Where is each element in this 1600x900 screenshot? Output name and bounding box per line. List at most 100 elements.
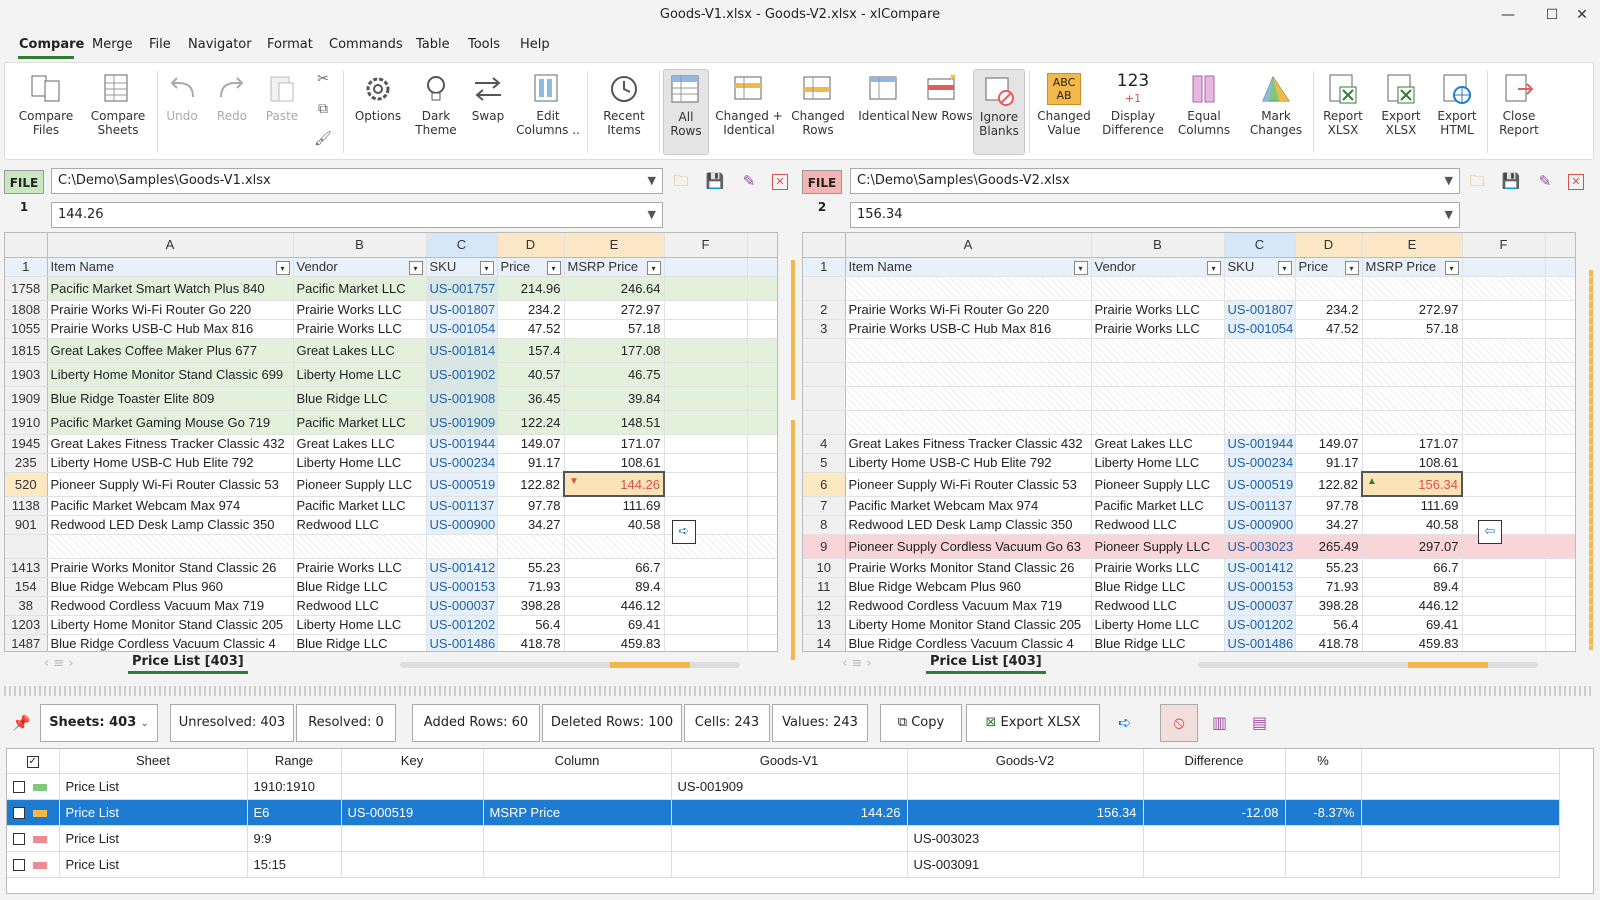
added-rows-count[interactable]: Added Rows: 60 bbox=[412, 704, 540, 742]
file1-path-combo[interactable]: C:\Demo\Samples\Goods-V1.xlsx ▼ bbox=[51, 168, 663, 194]
cell-vendor[interactable]: Blue Ridge LLC bbox=[293, 386, 427, 411]
row-number[interactable]: 8 bbox=[803, 515, 846, 535]
cell-sku[interactable]: US-001202 bbox=[1224, 615, 1296, 635]
cell-msrp-price[interactable]: ▼ 144.26 bbox=[563, 471, 665, 497]
header-item[interactable]: Item Name ▾ bbox=[845, 257, 1092, 277]
table-row[interactable] bbox=[5, 534, 777, 559]
cell-f[interactable] bbox=[1462, 300, 1546, 320]
row-number[interactable]: 520 bbox=[5, 472, 48, 497]
column-header-key[interactable]: Key bbox=[341, 749, 484, 774]
row-number[interactable]: 3 bbox=[803, 319, 846, 339]
cell-price[interactable]: 122.24 bbox=[497, 410, 565, 435]
close-file2-icon[interactable]: ✕ bbox=[1568, 174, 1584, 190]
cell-price[interactable]: 55.23 bbox=[497, 558, 565, 578]
table-row[interactable]: 1808 Prairie Works Wi-Fi Router Go 220 Pra… bbox=[5, 300, 777, 320]
cell-item-name[interactable]: Prairie Works Wi-Fi Router Go 220 bbox=[845, 300, 1092, 320]
cell-msrp-price[interactable]: 297.07 bbox=[1362, 534, 1463, 559]
cell-msrp-price[interactable]: 446.12 bbox=[1362, 596, 1463, 616]
column-letter-f[interactable]: F bbox=[664, 233, 748, 258]
cell-f[interactable] bbox=[1462, 434, 1546, 454]
cell-price[interactable] bbox=[497, 534, 565, 559]
cell-sku[interactable]: US-000900 bbox=[1224, 515, 1296, 535]
cell-item-name[interactable]: Liberty Home Monitor Stand Classic 205 bbox=[47, 615, 294, 635]
recent-items-button[interactable]: Recent Items bbox=[591, 69, 657, 155]
tab-price-list[interactable]: Price List [403] bbox=[926, 654, 1046, 674]
cell-item-name[interactable]: Great Lakes Fitness Tracker Classic 432 bbox=[845, 434, 1092, 454]
row-number[interactable]: 13 bbox=[803, 615, 846, 635]
filter-dropdown-icon[interactable]: ▾ bbox=[275, 260, 290, 275]
export-html-button[interactable]: Export HTML bbox=[1429, 69, 1485, 155]
cell-msrp-price[interactable] bbox=[1362, 362, 1463, 387]
cell-price[interactable]: 122.82 bbox=[497, 472, 565, 497]
checkbox[interactable] bbox=[13, 859, 25, 872]
cell-f[interactable] bbox=[1462, 453, 1546, 473]
cell-price[interactable]: 418.78 bbox=[497, 634, 565, 651]
cell-vendor[interactable] bbox=[1091, 276, 1225, 301]
cell-msrp-price[interactable] bbox=[1362, 276, 1463, 301]
cell-item-name[interactable]: Great Lakes Fitness Tracker Classic 432 bbox=[47, 434, 294, 454]
menu-navigator[interactable]: Navigator bbox=[188, 37, 252, 52]
cell-price[interactable]: 40.57 bbox=[497, 362, 565, 387]
table-row[interactable]: 1413 Prairie Works Monitor Stand Classic … bbox=[5, 558, 777, 578]
column-letter-a[interactable]: A bbox=[845, 233, 1092, 258]
header-vendor[interactable]: Vendor ▾ bbox=[1091, 257, 1225, 277]
table-row[interactable]: 1945 Great Lakes Fitness Tracker Classic … bbox=[5, 434, 777, 454]
cell-price[interactable]: 47.52 bbox=[497, 319, 565, 339]
table-row[interactable]: 13 Liberty Home Monitor Stand Classic 205… bbox=[803, 615, 1575, 635]
column-letter-d[interactable]: D bbox=[1295, 233, 1363, 258]
table-row[interactable]: Price List 15:15 US-003091 bbox=[7, 851, 1560, 878]
table-row[interactable]: 6 Pioneer Supply Wi-Fi Router Classic 53 P… bbox=[803, 471, 1575, 497]
column-letter-b[interactable]: B bbox=[1091, 233, 1225, 258]
cell-sku[interactable]: US-000153 bbox=[426, 577, 498, 597]
redo-button[interactable]: Redo bbox=[211, 69, 253, 155]
copy-icon[interactable]: ⧉ bbox=[313, 101, 333, 121]
cell-vendor[interactable]: Prairie Works LLC bbox=[1091, 319, 1225, 339]
chevron-down-icon[interactable]: ▼ bbox=[648, 203, 656, 227]
cell-msrp-price[interactable]: 111.69 bbox=[564, 496, 665, 516]
corner-cell[interactable] bbox=[803, 233, 846, 258]
undo-button[interactable]: Undo bbox=[161, 69, 203, 155]
cell-sku[interactable]: US-000519 bbox=[1224, 472, 1296, 497]
cell-price[interactable]: 234.2 bbox=[497, 300, 565, 320]
cell-item-name[interactable]: Redwood LED Desk Lamp Classic 350 bbox=[845, 515, 1092, 535]
format-painter-icon[interactable]: 🖌 bbox=[313, 131, 333, 151]
columns-view-icon[interactable]: ▥ bbox=[1212, 713, 1227, 732]
cell-item-name[interactable]: Prairie Works USB-C Hub Max 816 bbox=[47, 319, 294, 339]
cell-vendor[interactable]: Pioneer Supply LLC bbox=[293, 472, 427, 497]
row-number[interactable]: 2 bbox=[803, 300, 846, 320]
table-row[interactable]: 1909 Blue Ridge Toaster Elite 809 Blue Rid… bbox=[5, 386, 777, 411]
table-row[interactable]: 3 Prairie Works USB-C Hub Max 816 Prairie … bbox=[803, 319, 1575, 339]
cell-msrp-price[interactable]: 40.58 bbox=[1362, 515, 1463, 535]
table-row[interactable]: 901 Redwood LED Desk Lamp Classic 350 Redw… bbox=[5, 515, 777, 535]
column-letter-c[interactable]: C bbox=[426, 233, 498, 258]
row-number[interactable]: 1487 bbox=[5, 634, 48, 651]
cell-item-name[interactable]: Blue Ridge Cordless Vacuum Classic 4 bbox=[845, 634, 1092, 651]
cell-price[interactable]: 149.07 bbox=[1295, 434, 1363, 454]
cell-f[interactable] bbox=[1462, 515, 1546, 535]
cell-f[interactable] bbox=[664, 338, 748, 363]
header-price[interactable]: Price ▾ bbox=[1295, 257, 1363, 277]
table-row[interactable]: 1138 Pacific Market Webcam Max 974 Pacific… bbox=[5, 496, 777, 516]
table-row[interactable]: 1903 Liberty Home Monitor Stand Classic 6… bbox=[5, 362, 777, 387]
cell-sku[interactable]: US-000900 bbox=[426, 515, 498, 535]
cell-msrp-price[interactable]: 89.4 bbox=[564, 577, 665, 597]
row-number[interactable]: 1903 bbox=[5, 362, 48, 387]
column-letter-b[interactable]: B bbox=[293, 233, 427, 258]
splitter[interactable] bbox=[4, 686, 1594, 696]
checkbox[interactable] bbox=[13, 781, 25, 794]
edit-file-icon[interactable]: ✎ bbox=[1534, 170, 1556, 192]
filter-dropdown-icon[interactable]: ▾ bbox=[1444, 260, 1459, 275]
cell-msrp-price[interactable]: 111.69 bbox=[1362, 496, 1463, 516]
file2-horizontal-scrollbar[interactable] bbox=[1198, 662, 1538, 668]
file1-horizontal-scrollbar[interactable] bbox=[400, 662, 740, 668]
cell-vendor[interactable]: Redwood LLC bbox=[293, 596, 427, 616]
table-row[interactable]: Price List E6 US-000519 MSRP Price 144.26 156… bbox=[7, 799, 1560, 826]
table-row[interactable] bbox=[803, 362, 1575, 387]
pin-icon[interactable]: 📌 bbox=[12, 714, 31, 732]
cell-msrp-price[interactable]: 57.18 bbox=[1362, 319, 1463, 339]
changed-rows-button[interactable]: Changed Rows bbox=[785, 69, 851, 155]
display-difference-button[interactable]: 123 +1 Display Difference bbox=[1099, 69, 1167, 155]
all-rows-button[interactable]: All Rows bbox=[663, 69, 709, 155]
row-number[interactable]: 7 bbox=[803, 496, 846, 516]
row-number[interactable]: 1909 bbox=[5, 386, 48, 411]
